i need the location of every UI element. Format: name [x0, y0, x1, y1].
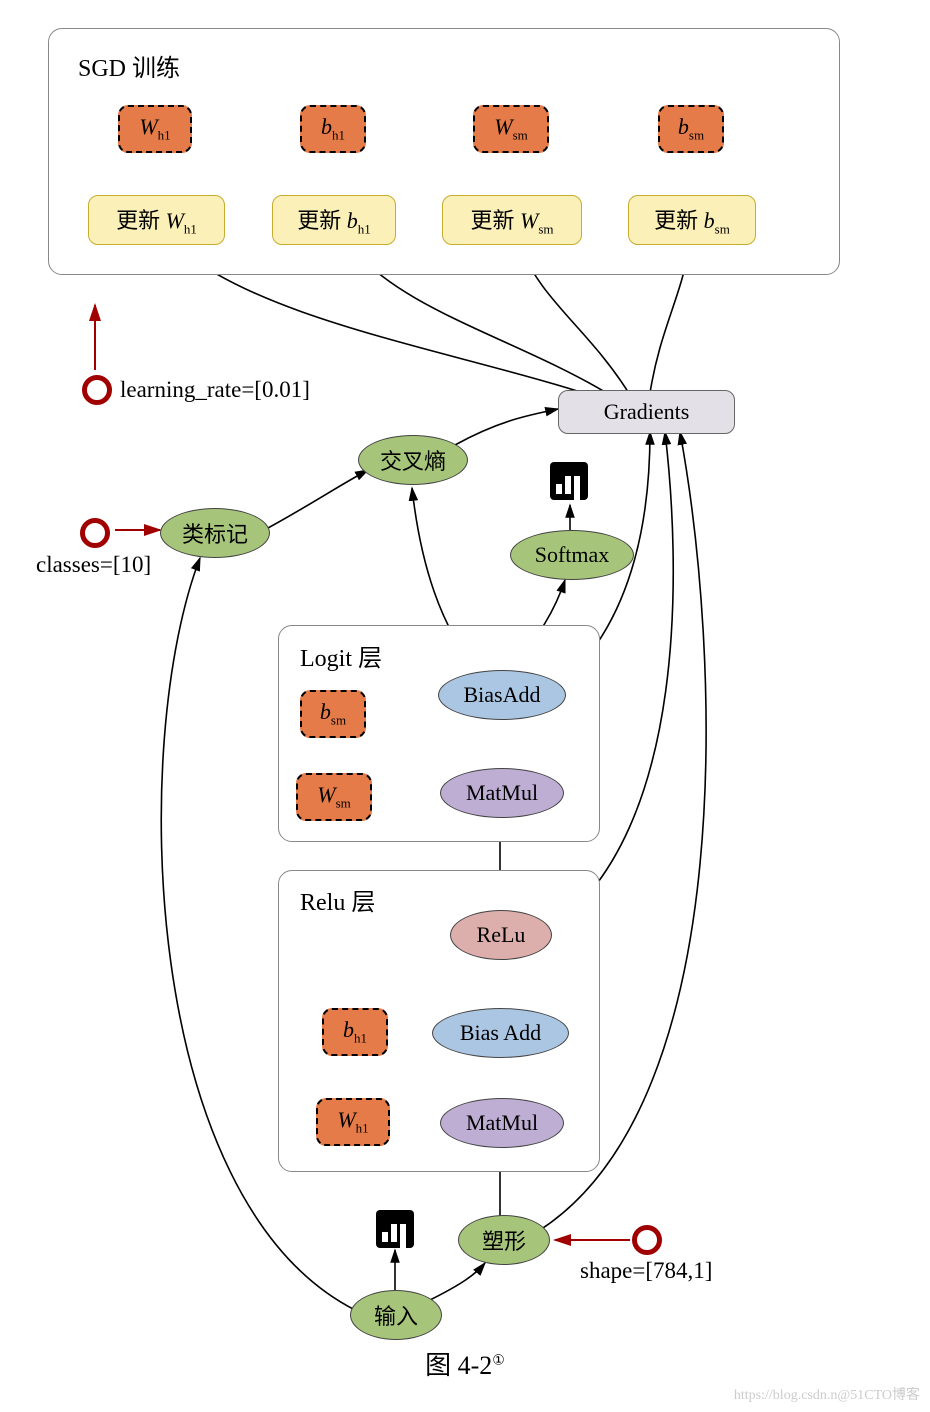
update-bsm: 更新 bsm — [628, 195, 756, 245]
relu-bh1: bh1 — [322, 1008, 388, 1056]
shape-label: shape=[784,1] — [580, 1258, 712, 1284]
classes-label: classes=[10] — [36, 552, 151, 578]
cross-entropy-node: 交叉熵 — [358, 435, 468, 485]
lr-ring-icon — [82, 375, 112, 405]
relu-wh1: Wh1 — [316, 1098, 390, 1146]
logit-title: Logit 层 — [300, 638, 382, 673]
param-bsm: bsm — [658, 105, 724, 153]
sgd-title: SGD 训练 — [78, 48, 180, 83]
input-node: 输入 — [350, 1290, 442, 1340]
param-bh1: bh1 — [300, 105, 366, 153]
logit-bsm: bsm — [300, 690, 366, 738]
shape-ring-icon — [632, 1225, 662, 1255]
reshape-node: 塑形 — [458, 1215, 550, 1265]
relu-title: Relu 层 — [300, 882, 375, 917]
relu-node: ReLu — [450, 910, 552, 960]
softmax-node: Softmax — [510, 530, 634, 580]
update-bh1: 更新 bh1 — [272, 195, 396, 245]
figure-caption: 图 4-2① — [0, 1345, 930, 1382]
logit-matmul: MatMul — [440, 768, 564, 818]
logit-biasadd: BiasAdd — [438, 670, 566, 720]
relu-biasadd: Bias Add — [432, 1008, 569, 1058]
lr-label: learning_rate=[0.01] — [120, 377, 310, 403]
update-wsm: 更新 Wsm — [442, 195, 582, 245]
logit-wsm: Wsm — [296, 773, 372, 821]
bar-chart-icon — [550, 462, 588, 500]
update-wh1: 更新 Wh1 — [88, 195, 225, 245]
param-wsm: Wsm — [473, 105, 549, 153]
watermark-text: https://blog.csdn.n@51CTO博客 — [734, 1384, 920, 1404]
param-wh1: Wh1 — [118, 105, 192, 153]
classes-ring-icon — [80, 518, 110, 548]
gradients-node: Gradients — [558, 390, 735, 434]
input-bar-chart-icon — [376, 1210, 414, 1248]
class-label-node: 类标记 — [160, 508, 270, 558]
relu-matmul: MatMul — [440, 1098, 564, 1148]
